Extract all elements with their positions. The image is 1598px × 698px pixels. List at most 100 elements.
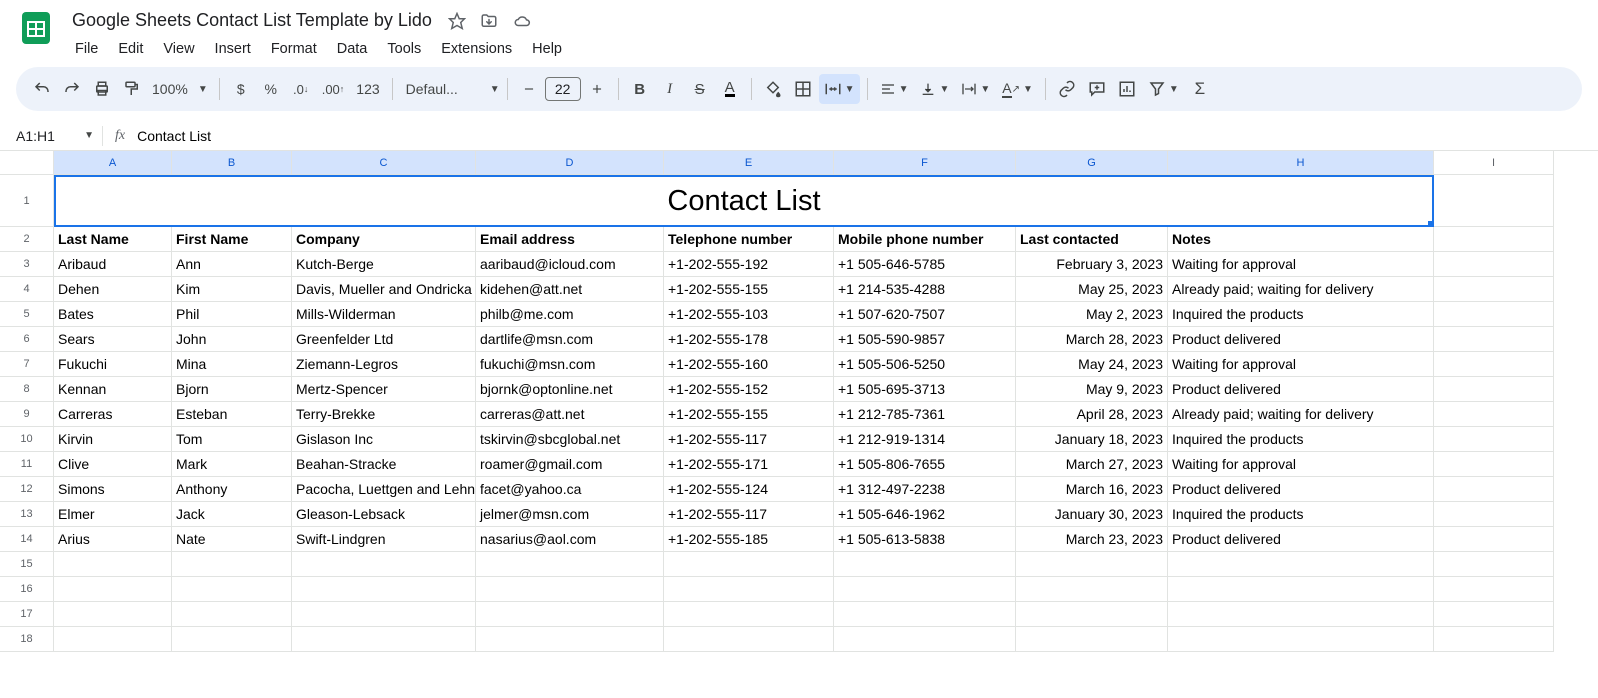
data-cell[interactable]: Swift-Lindgren: [292, 527, 476, 552]
data-cell[interactable]: Product delivered: [1168, 477, 1434, 502]
data-cell[interactable]: April 28, 2023: [1016, 402, 1168, 427]
empty-cell[interactable]: [172, 577, 292, 602]
data-cell[interactable]: kidehen@att.net: [476, 277, 664, 302]
row-header-15[interactable]: 15: [0, 552, 54, 577]
data-cell[interactable]: Davis, Mueller and Ondricka: [292, 277, 476, 302]
data-cell[interactable]: Jack: [172, 502, 292, 527]
data-cell[interactable]: Bates: [54, 302, 172, 327]
data-cell[interactable]: +1 312-497-2238: [834, 477, 1016, 502]
col-header-C[interactable]: C: [292, 151, 476, 175]
data-cell[interactable]: aaribaud@icloud.com: [476, 252, 664, 277]
row-header-11[interactable]: 11: [0, 452, 54, 477]
cloud-icon[interactable]: [512, 12, 532, 30]
empty-cell[interactable]: [1434, 602, 1554, 627]
row-header-12[interactable]: 12: [0, 477, 54, 502]
data-cell[interactable]: +1 507-620-7507: [834, 302, 1016, 327]
row-header-10[interactable]: 10: [0, 427, 54, 452]
col-header-I[interactable]: I: [1434, 151, 1554, 175]
data-cell[interactable]: Inquired the products: [1168, 502, 1434, 527]
empty-cell[interactable]: [1016, 602, 1168, 627]
empty-cell[interactable]: [172, 552, 292, 577]
data-cell[interactable]: [1434, 352, 1554, 377]
cell-I1[interactable]: [1434, 175, 1554, 227]
data-cell[interactable]: February 3, 2023: [1016, 252, 1168, 277]
data-cell[interactable]: May 24, 2023: [1016, 352, 1168, 377]
data-cell[interactable]: +1 505-646-1962: [834, 502, 1016, 527]
data-cell[interactable]: [1434, 427, 1554, 452]
data-cell[interactable]: +1 505-590-9857: [834, 327, 1016, 352]
print-button[interactable]: [88, 74, 116, 104]
data-cell[interactable]: Gislason Inc: [292, 427, 476, 452]
decrease-decimal-button[interactable]: .0↓: [287, 74, 315, 104]
data-cell[interactable]: Mark: [172, 452, 292, 477]
data-cell[interactable]: May 2, 2023: [1016, 302, 1168, 327]
empty-cell[interactable]: [54, 602, 172, 627]
empty-cell[interactable]: [476, 602, 664, 627]
data-cell[interactable]: John: [172, 327, 292, 352]
menu-format[interactable]: Format: [262, 37, 326, 61]
empty-cell[interactable]: [292, 552, 476, 577]
header-cell[interactable]: First Name: [172, 227, 292, 252]
data-cell[interactable]: Waiting for approval: [1168, 352, 1434, 377]
data-cell[interactable]: Ziemann-Legros: [292, 352, 476, 377]
header-cell[interactable]: [1434, 227, 1554, 252]
percent-button[interactable]: %: [257, 74, 285, 104]
data-cell[interactable]: nasarius@aol.com: [476, 527, 664, 552]
data-cell[interactable]: Terry-Brekke: [292, 402, 476, 427]
data-cell[interactable]: May 9, 2023: [1016, 377, 1168, 402]
name-box[interactable]: A1:H1 ▼: [0, 128, 102, 144]
col-header-D[interactable]: D: [476, 151, 664, 175]
borders-button[interactable]: [789, 74, 817, 104]
data-cell[interactable]: Phil: [172, 302, 292, 327]
menu-file[interactable]: File: [66, 37, 107, 61]
empty-cell[interactable]: [476, 577, 664, 602]
data-cell[interactable]: Bjorn: [172, 377, 292, 402]
menu-tools[interactable]: Tools: [378, 37, 430, 61]
data-cell[interactable]: +1-202-555-178: [664, 327, 834, 352]
empty-cell[interactable]: [1168, 577, 1434, 602]
paint-format-button[interactable]: [118, 74, 146, 104]
col-header-F[interactable]: F: [834, 151, 1016, 175]
row-header-16[interactable]: 16: [0, 577, 54, 602]
data-cell[interactable]: Inquired the products: [1168, 302, 1434, 327]
data-cell[interactable]: Product delivered: [1168, 527, 1434, 552]
col-header-A[interactable]: A: [54, 151, 172, 175]
data-cell[interactable]: +1 212-785-7361: [834, 402, 1016, 427]
row-header-2[interactable]: 2: [0, 227, 54, 252]
data-cell[interactable]: Mills-Wilderman: [292, 302, 476, 327]
undo-button[interactable]: [28, 74, 56, 104]
data-cell[interactable]: +1-202-555-152: [664, 377, 834, 402]
increase-decimal-button[interactable]: .00↑: [317, 74, 350, 104]
data-cell[interactable]: Tom: [172, 427, 292, 452]
row-header-6[interactable]: 6: [0, 327, 54, 352]
menu-view[interactable]: View: [154, 37, 203, 61]
row-header-3[interactable]: 3: [0, 252, 54, 277]
col-header-G[interactable]: G: [1016, 151, 1168, 175]
data-cell[interactable]: March 23, 2023: [1016, 527, 1168, 552]
data-cell[interactable]: Simons: [54, 477, 172, 502]
data-cell[interactable]: [1434, 302, 1554, 327]
data-cell[interactable]: Already paid; waiting for delivery: [1168, 402, 1434, 427]
data-cell[interactable]: +1-202-555-103: [664, 302, 834, 327]
data-cell[interactable]: +1-202-555-155: [664, 402, 834, 427]
row-header-17[interactable]: 17: [0, 602, 54, 627]
data-cell[interactable]: Esteban: [172, 402, 292, 427]
wrap-button[interactable]: ▼: [956, 74, 995, 104]
rotate-button[interactable]: A↗▼: [997, 74, 1038, 104]
empty-cell[interactable]: [834, 552, 1016, 577]
menu-data[interactable]: Data: [328, 37, 377, 61]
font-family-dropdown[interactable]: Defaul... ▼: [400, 81, 500, 97]
data-cell[interactable]: March 27, 2023: [1016, 452, 1168, 477]
empty-cell[interactable]: [1434, 577, 1554, 602]
data-cell[interactable]: Sears: [54, 327, 172, 352]
move-icon[interactable]: [480, 12, 498, 30]
empty-cell[interactable]: [1434, 552, 1554, 577]
data-cell[interactable]: [1434, 527, 1554, 552]
data-cell[interactable]: Kirvin: [54, 427, 172, 452]
empty-cell[interactable]: [664, 552, 834, 577]
data-cell[interactable]: Product delivered: [1168, 327, 1434, 352]
data-cell[interactable]: [1434, 252, 1554, 277]
data-cell[interactable]: [1434, 327, 1554, 352]
data-cell[interactable]: roamer@gmail.com: [476, 452, 664, 477]
data-cell[interactable]: Clive: [54, 452, 172, 477]
